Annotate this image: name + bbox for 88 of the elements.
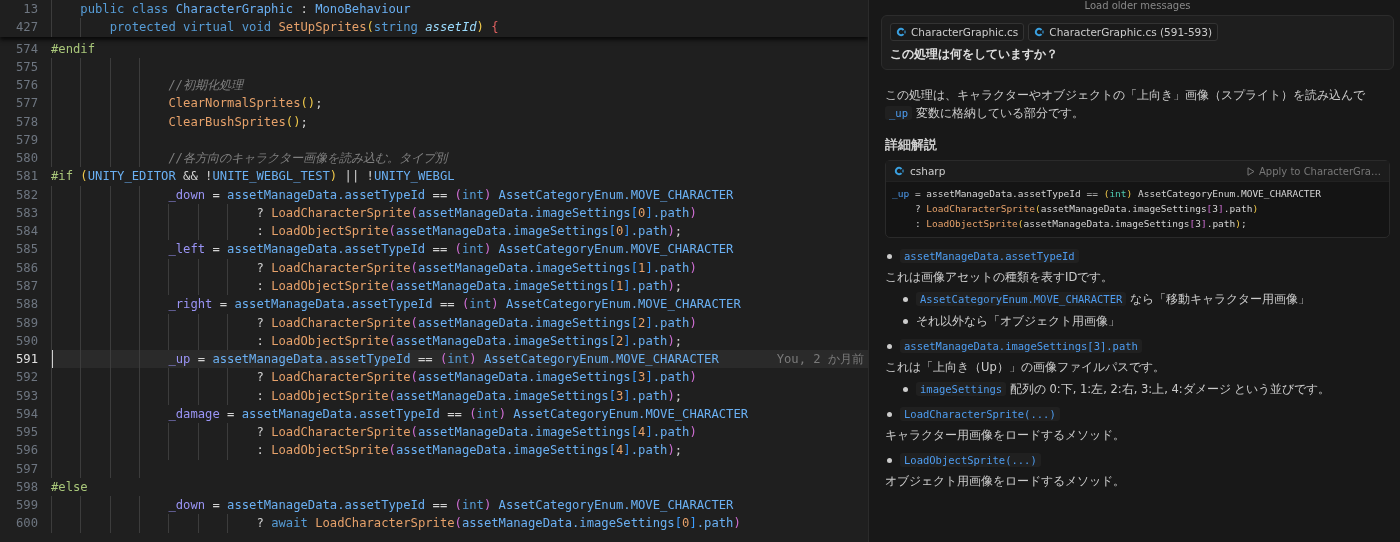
code-line: : LoadObjectSprite(assetManageData.imageSettings[0].path); bbox=[51, 222, 868, 241]
line-number: 582 bbox=[15, 186, 39, 204]
bullet-icon bbox=[887, 457, 892, 463]
code-line: : LoadObjectSprite(assetManageData.imageSettings[1].path); bbox=[51, 277, 868, 296]
bullet-icon bbox=[887, 343, 892, 349]
inline-code: LoadObjectSprite(...) bbox=[900, 453, 1041, 467]
line-number: 594 bbox=[15, 405, 39, 423]
code-line: #if (UNITY_EDITOR && !UNITE_WEBGL_TEST) || !UNITY_WEBGL bbox=[51, 168, 456, 186]
line-number: 578 bbox=[15, 113, 39, 131]
description-text: キャラクター用画像をロードするメソッド。 bbox=[885, 427, 1126, 444]
line-number: 597 bbox=[15, 460, 39, 478]
code-line: ClearNormalSprites(); bbox=[51, 94, 868, 113]
code-line: _down = assetManageData.assetTypeId == (int) AssetCategoryEnum.MOVE_CHARACTER bbox=[51, 496, 868, 515]
bullet-icon bbox=[887, 411, 892, 417]
csharp-icon bbox=[894, 166, 904, 176]
code-line: ? LoadCharacterSprite(assetManageData.imageSettings[0].path) bbox=[51, 203, 868, 223]
line-number: 13 bbox=[22, 1, 39, 18]
line-number: 600 bbox=[15, 515, 39, 533]
line-number: 586 bbox=[15, 259, 39, 277]
line-number: 574 bbox=[15, 40, 39, 58]
blame-annotation: You, 2 か月前 bbox=[736, 350, 868, 369]
code-line: #endif bbox=[51, 40, 97, 58]
apply-button[interactable]: Apply to CharacterGra… bbox=[1247, 165, 1381, 177]
file-reference-chip[interactable]: CharacterGraphic.cs bbox=[890, 23, 1025, 41]
code-line: ? LoadCharacterSprite(assetManageData.imageSettings[1].path) bbox=[51, 258, 868, 277]
list-text: AssetCategoryEnum.MOVE_CHARACTER なら「移動キャラクター用画像」 bbox=[916, 288, 1310, 310]
line-number: 589 bbox=[15, 314, 39, 332]
code-line: //初期化処理 bbox=[51, 76, 868, 95]
section-heading: 詳細解説 bbox=[885, 136, 938, 154]
code-line: _right = assetManageData.assetTypeId == (int) AssetCategoryEnum.MOVE_CHARACTER bbox=[51, 295, 868, 314]
csharp-icon bbox=[1034, 27, 1045, 37]
code-line: ? await LoadCharacterSprite(assetManageData.imageSettings[0].path) bbox=[51, 514, 868, 533]
file-reference-chip[interactable]: CharacterGraphic.cs (591-593) bbox=[1028, 23, 1219, 41]
bullet-icon bbox=[887, 253, 892, 259]
code-line: ClearBushSprites(); bbox=[51, 112, 868, 131]
code-line: protected virtual void SetUpSprites(string assetId) { bbox=[51, 18, 868, 37]
line-number: 583 bbox=[15, 204, 39, 222]
code-line: _left = assetManageData.assetTypeId == (int) AssetCategoryEnum.MOVE_CHARACTER bbox=[51, 240, 868, 259]
code-line: ? LoadCharacterSprite(assetManageData.imageSettings[3].path) bbox=[913, 202, 1260, 216]
line-number: 577 bbox=[15, 95, 39, 113]
line-number: 579 bbox=[15, 131, 39, 149]
code-line: #else bbox=[51, 478, 89, 496]
code-line: //各方向のキャラクター画像を読み込む。タイプ別 bbox=[51, 149, 868, 168]
list-text: それ以外なら「オブジェクト用画像」 bbox=[916, 313, 1120, 330]
line-number: 590 bbox=[15, 332, 39, 350]
inline-code: LoadCharacterSprite(...) bbox=[900, 407, 1060, 421]
play-icon bbox=[1247, 166, 1255, 176]
code-line: _damage = assetManageData.assetTypeId == (int) AssetCategoryEnum.MOVE_CHARACTER bbox=[51, 404, 868, 424]
list-text: imageSettings 配列の 0:下, 1:左, 2:右, 3:上, 4:ダメージ という並びです。 bbox=[916, 378, 1331, 400]
line-number: 599 bbox=[15, 497, 39, 515]
code-line: _up = assetManageData.assetTypeId == (int) AssetCategoryEnum.MOVE_CHARACTER bbox=[892, 187, 1323, 201]
code-line: ? LoadCharacterSprite(assetManageData.imageSettings[3].path) bbox=[51, 368, 868, 387]
bullet-icon bbox=[903, 318, 908, 324]
code-line: public class CharacterGraphic : MonoBehaviour bbox=[51, 0, 868, 19]
line-number: 576 bbox=[15, 77, 39, 95]
inline-code: assetManageData.assetTypeId bbox=[900, 249, 1079, 263]
inline-code: assetManageData.imageSettings[3].path bbox=[900, 339, 1142, 353]
code-line: : LoadObjectSprite(assetManageData.imageSettings[3].path); bbox=[913, 217, 1248, 231]
code-line: _down = assetManageData.assetTypeId == (int) AssetCategoryEnum.MOVE_CHARACTER bbox=[51, 185, 868, 204]
description-text: これは画像アセットの種類を表すIDです。 bbox=[885, 269, 1115, 286]
code-line: : LoadObjectSprite(assetManageData.imageSettings[3].path); bbox=[51, 386, 868, 405]
line-number: 592 bbox=[15, 369, 39, 387]
code-line: ? LoadCharacterSprite(assetManageData.imageSettings[2].path) bbox=[51, 313, 868, 332]
bullet-icon bbox=[903, 296, 908, 302]
code-line: : LoadObjectSprite(assetManageData.imageSettings[2].path); bbox=[51, 331, 868, 351]
line-number: 598 bbox=[15, 478, 39, 496]
line-number: 596 bbox=[15, 442, 39, 460]
load-older-link[interactable]: Load older messages bbox=[1084, 0, 1191, 12]
csharp-icon bbox=[896, 27, 906, 37]
line-number: 591 bbox=[15, 351, 39, 369]
bullet-icon bbox=[903, 386, 908, 392]
code-line: : LoadObjectSprite(assetManageData.imageSettings[4].path); bbox=[51, 441, 868, 460]
description-text: オブジェクト用画像をロードするメソッド。 bbox=[885, 473, 1126, 490]
line-number: 588 bbox=[15, 296, 39, 314]
line-number: 585 bbox=[15, 241, 39, 259]
line-number: 595 bbox=[15, 424, 39, 442]
answer-text: この処理は、キャラクターやオブジェクトの「上向き」画像（スプライト）を読み込んで _up 変数に格納している部分です。 bbox=[885, 87, 1366, 122]
line-number: 575 bbox=[15, 58, 39, 76]
code-line: ? LoadCharacterSprite(assetManageData.imageSettings[4].path) bbox=[51, 423, 868, 442]
line-number: 584 bbox=[15, 223, 39, 241]
language-label: csharp bbox=[910, 165, 946, 177]
description-text: これは「上向き（Up）」の画像ファイルパスです。 bbox=[885, 359, 1166, 376]
line-number: 580 bbox=[15, 150, 39, 168]
line-number: 581 bbox=[15, 168, 39, 186]
line-number: 427 bbox=[15, 19, 39, 37]
question-text: この処理は何をしていますか？ bbox=[890, 47, 1059, 62]
line-number: 593 bbox=[15, 387, 39, 405]
line-number: 587 bbox=[15, 278, 39, 295]
